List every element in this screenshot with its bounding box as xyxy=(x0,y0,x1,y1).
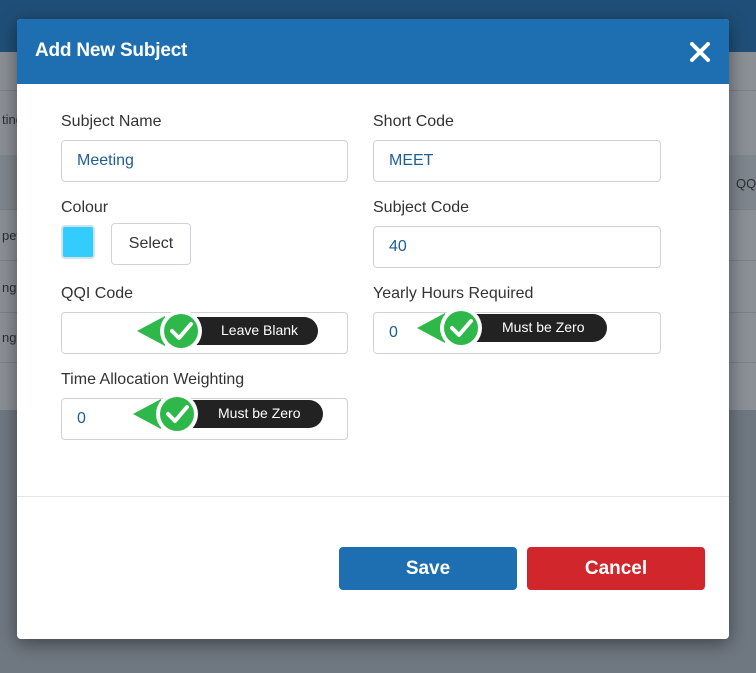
background-column-header: QQ xyxy=(736,176,756,191)
qqi-code-callout: Leave Blank xyxy=(135,309,325,353)
callout-text: Must be Zero xyxy=(502,319,585,335)
background-row-label: ng xyxy=(2,330,17,345)
yearly-hours-callout: Must be Zero xyxy=(415,306,615,350)
close-icon xyxy=(690,42,710,62)
select-colour-button[interactable]: Select xyxy=(111,223,191,265)
dialog-title: Add New Subject xyxy=(35,40,188,61)
qqi-code-label: QQI Code xyxy=(61,285,134,302)
subject-code-label: Subject Code xyxy=(373,199,470,216)
short-code-label: Short Code xyxy=(373,113,454,130)
callout-text: Must be Zero xyxy=(218,405,301,421)
short-code-input[interactable]: MEET xyxy=(373,140,661,182)
background-row-label: ng xyxy=(2,280,17,295)
cancel-button[interactable]: Cancel xyxy=(527,547,705,590)
dialog-header: Add New Subject xyxy=(17,19,729,84)
add-subject-dialog: Add New Subject Subject Name Meeting Col… xyxy=(17,19,729,639)
time-allocation-callout: Must be Zero xyxy=(131,392,331,436)
colour-label: Colour xyxy=(61,199,109,216)
callout-text: Leave Blank xyxy=(221,322,299,338)
dialog-footer-divider xyxy=(17,496,729,497)
subject-code-input[interactable]: 40 xyxy=(373,226,661,268)
subject-name-input[interactable]: Meeting xyxy=(61,140,348,182)
subject-name-label: Subject Name xyxy=(61,113,162,130)
yearly-hours-label: Yearly Hours Required xyxy=(373,285,534,302)
colour-swatch[interactable] xyxy=(61,225,95,259)
save-button[interactable]: Save xyxy=(339,547,517,590)
close-button[interactable] xyxy=(687,39,713,65)
time-allocation-label: Time Allocation Weighting xyxy=(61,371,245,388)
